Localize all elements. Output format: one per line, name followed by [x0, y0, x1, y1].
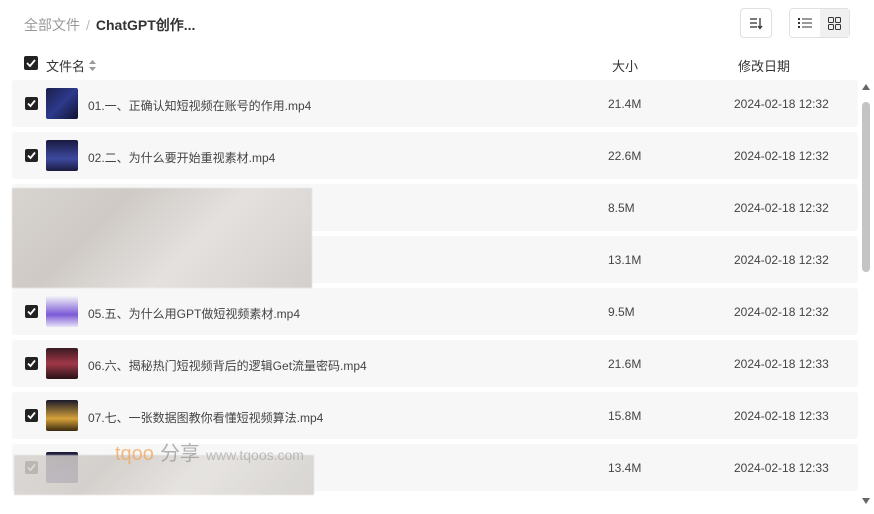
breadcrumb-root[interactable]: 全部文件 — [24, 15, 80, 35]
file-size: 9.5M — [608, 305, 635, 319]
column-name-label: 文件名 — [46, 59, 86, 74]
file-size: 21.4M — [608, 97, 642, 111]
check-icon — [27, 151, 36, 160]
list-view-icon — [797, 18, 812, 28]
file-date: 2024-02-18 12:33 — [734, 461, 829, 475]
blur-overlay — [12, 188, 312, 288]
file-size: 21.6M — [608, 357, 642, 371]
file-name[interactable]: 06.六、揭秘热门短视频背后的逻辑Get流量密码.mp4 — [88, 357, 367, 374]
table-row[interactable]: 02.二、为什么要开始重视素材.mp4 22.6M 2024-02-18 12:32 — [12, 132, 858, 179]
check-icon — [26, 59, 36, 68]
file-name[interactable]: 05.五、为什么用GPT做短视频素材.mp4 — [88, 305, 300, 322]
check-icon — [27, 411, 36, 420]
check-icon — [27, 307, 36, 316]
file-date: 2024-02-18 12:33 — [734, 409, 829, 423]
scroll-down-arrow-icon[interactable] — [862, 498, 870, 504]
table-row[interactable]: 01.一、正确认知短视频在账号的作用.mp4 21.4M 2024-02-18 12… — [12, 80, 858, 127]
column-size-header[interactable]: 大小 — [612, 56, 638, 75]
view-toggle — [789, 8, 850, 38]
watermark: tqoo 分享 www.tqoos.com — [115, 437, 304, 466]
sort-toggle-icon — [89, 60, 97, 71]
file-size: 13.4M — [608, 461, 642, 475]
video-thumbnail — [46, 140, 78, 171]
row-checkbox[interactable] — [25, 357, 38, 370]
file-date: 2024-02-18 12:32 — [734, 201, 829, 215]
file-name[interactable]: 01.一、正确认知短视频在账号的作用.mp4 — [88, 97, 311, 114]
file-size: 13.1M — [608, 253, 642, 267]
file-name[interactable]: 07.七、一张数据图教你看懂短视频算法.mp4 — [88, 409, 323, 426]
sort-button[interactable] — [740, 8, 772, 38]
check-icon — [27, 359, 36, 368]
watermark-brand: tqoo — [115, 443, 154, 465]
breadcrumb: 全部文件 / ChatGPT创作... — [24, 15, 195, 35]
breadcrumb-current: ChatGPT创作... — [95, 17, 196, 33]
video-thumbnail — [46, 400, 78, 431]
video-thumbnail — [46, 348, 78, 379]
file-date: 2024-02-18 12:32 — [734, 305, 829, 319]
file-name[interactable]: 02.二、为什么要开始重视素材.mp4 — [88, 149, 275, 166]
row-checkbox[interactable] — [25, 149, 38, 162]
scroll-thumb[interactable] — [862, 102, 870, 272]
grid-view-icon — [827, 16, 841, 30]
file-date: 2024-02-18 12:32 — [734, 253, 829, 267]
file-browser: 全部文件 / ChatGPT创作... 文件名 大小 修改日期 01.一、正确认… — [0, 0, 874, 514]
file-date: 2024-02-18 12:32 — [734, 149, 829, 163]
file-size: 8.5M — [608, 201, 635, 215]
table-row[interactable]: 06.六、揭秘热门短视频背后的逻辑Get流量密码.mp4 21.6M 2024-02… — [12, 340, 858, 387]
sort-icon — [750, 18, 763, 30]
watermark-cn: 分享 — [159, 443, 200, 465]
file-date: 2024-02-18 12:32 — [734, 97, 829, 111]
file-size: 22.6M — [608, 149, 642, 163]
column-date-header[interactable]: 修改日期 — [738, 56, 790, 75]
check-icon — [27, 99, 36, 108]
grid-view-button[interactable] — [819, 9, 849, 37]
row-checkbox[interactable] — [25, 409, 38, 422]
watermark-url: www.tqoos.com — [205, 447, 304, 463]
column-name-header[interactable]: 文件名 — [46, 56, 97, 75]
file-size: 15.8M — [608, 409, 642, 423]
table-row[interactable]: 05.五、为什么用GPT做短视频素材.mp4 9.5M 2024-02-18 12:… — [12, 288, 858, 335]
list-view-button[interactable] — [790, 9, 820, 37]
scroll-up-arrow-icon[interactable] — [862, 84, 870, 90]
row-checkbox[interactable] — [25, 305, 38, 318]
select-all-checkbox[interactable] — [24, 56, 38, 70]
video-thumbnail — [46, 88, 78, 119]
breadcrumb-separator: / — [86, 17, 90, 33]
row-checkbox[interactable] — [25, 97, 38, 110]
scrollbar[interactable] — [860, 84, 872, 510]
table-row[interactable]: 07.七、一张数据图教你看懂短视频算法.mp4 15.8M 2024-02-18 1… — [12, 392, 858, 439]
file-date: 2024-02-18 12:33 — [734, 357, 829, 371]
column-header: 文件名 大小 修改日期 — [0, 52, 874, 76]
video-thumbnail — [46, 296, 78, 327]
